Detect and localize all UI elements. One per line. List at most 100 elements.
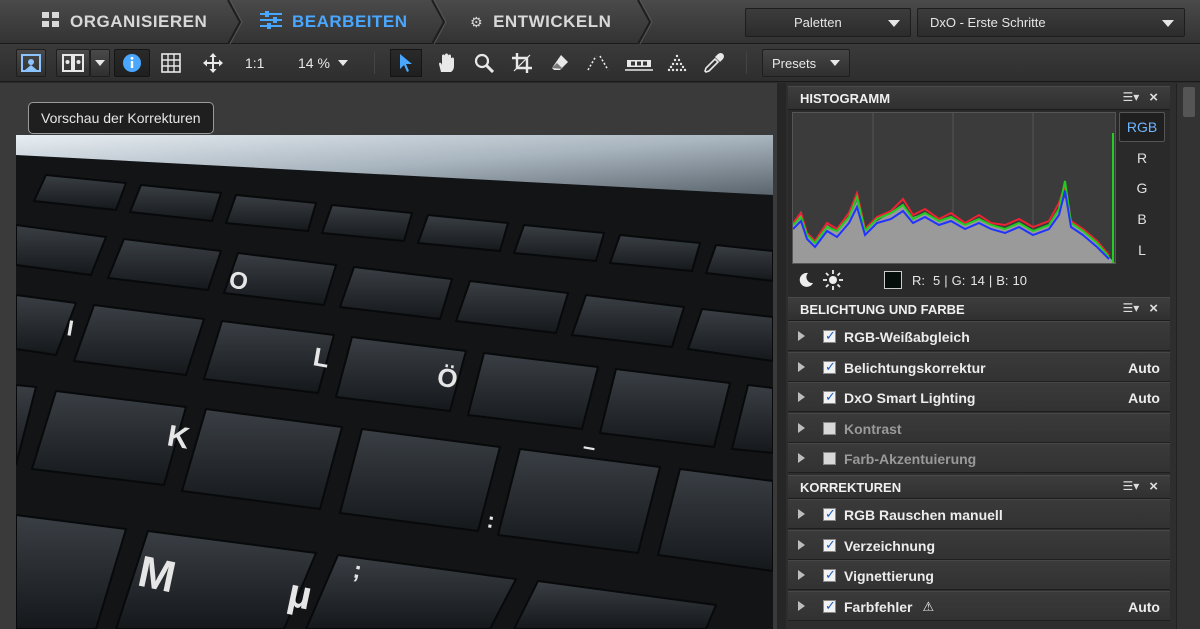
row-label: Kontrast — [844, 421, 902, 437]
palette-row-color-accentuation[interactable]: Farb-Akzentuierung — [788, 443, 1170, 473]
exposure-color-title: BELICHTUNG UND FARBE — [800, 301, 965, 317]
tab-bearbeiten[interactable]: BEARBEITEN — [260, 0, 408, 44]
white-balance-picker-button[interactable] — [700, 49, 728, 77]
warning-icon: ⚠ — [922, 599, 935, 614]
compare-view-dropdown[interactable] — [90, 49, 110, 77]
palette-row-vignetting[interactable]: ✓ Vignettierung — [788, 560, 1170, 590]
grid-icon — [42, 11, 60, 33]
g-label: G: — [951, 272, 966, 288]
enable-checkbox[interactable]: ✓ — [823, 567, 836, 582]
image-browser-toggle-button[interactable] — [16, 49, 46, 77]
zoom-level-dropdown[interactable]: 14 % — [298, 44, 348, 82]
zoom-tool-button[interactable] — [470, 49, 498, 77]
palette-row-exposure-compensation[interactable]: ✓ Belichtungskorrektur Auto — [788, 352, 1170, 382]
info-overlay-button[interactable] — [114, 49, 150, 77]
channel-l-button[interactable]: L — [1119, 235, 1165, 265]
expand-triangle-icon[interactable] — [798, 392, 805, 402]
keyboard-photo: O L K M µ Ö – : ; I — [16, 135, 773, 629]
histogram-header[interactable]: HISTOGRAMM ☰▾ × — [788, 86, 1170, 110]
toolbar-separator — [374, 52, 375, 74]
panel-menu-icon[interactable]: ☰▾ — [1122, 90, 1139, 105]
row-status: Auto — [1128, 599, 1160, 615]
expand-triangle-icon[interactable] — [798, 601, 805, 611]
panel-menu-icon[interactable]: ☰▾ — [1122, 479, 1139, 494]
enable-checkbox[interactable]: ✓ — [823, 328, 836, 343]
image-viewer[interactable]: O L K M µ Ö – : ; I Vorschau der Korrekt… — [0, 83, 777, 629]
tab-organisieren[interactable]: ORGANISIEREN — [42, 0, 207, 44]
close-icon[interactable]: × — [1149, 479, 1158, 494]
hand-tool-button[interactable] — [432, 49, 460, 77]
toolbar-separator — [746, 52, 747, 74]
enable-checkbox[interactable]: ✓ — [823, 359, 836, 374]
zoom-level-value: 14 % — [298, 55, 330, 71]
split-compare-icon — [62, 54, 84, 72]
pixel-color-swatch — [884, 269, 902, 291]
sun-icon — [823, 270, 843, 290]
grid-lines-icon — [161, 53, 181, 73]
presets-dropdown[interactable]: Presets — [762, 49, 850, 77]
enable-checkbox[interactable] — [823, 452, 836, 465]
palette-row-chromatic-aberration[interactable]: ✓ Farbfehler ⚠ Auto — [788, 591, 1170, 621]
expand-triangle-icon[interactable] — [798, 540, 805, 550]
panel-collapse-handle[interactable] — [777, 83, 786, 629]
enable-checkbox[interactable]: ✓ — [823, 537, 836, 552]
editing-toolbar: 1:1 14 % Presets — [0, 44, 1200, 82]
crop-tool-button[interactable] — [508, 49, 536, 77]
enable-checkbox[interactable]: ✓ — [823, 389, 836, 404]
corrections-header[interactable]: KORREKTUREN ☰▾ × — [788, 475, 1170, 499]
enable-checkbox[interactable]: ✓ — [823, 506, 836, 521]
eyedropper-icon — [704, 53, 724, 73]
fit-to-screen-button[interactable] — [198, 49, 228, 77]
channel-rgb-button[interactable]: RGB — [1119, 112, 1165, 142]
palette-row-white-balance[interactable]: ✓ RGB-Weißabgleich — [788, 321, 1170, 351]
panel-menu-icon[interactable]: ☰▾ — [1122, 301, 1139, 316]
r-label: R: — [912, 272, 925, 288]
highlight-clipping-toggle[interactable] — [823, 269, 843, 291]
panel-scrollbar[interactable] — [1176, 83, 1200, 629]
close-icon[interactable]: × — [1149, 90, 1158, 105]
expand-triangle-icon[interactable] — [798, 362, 805, 372]
horizon-tool-button[interactable] — [584, 49, 612, 77]
repair-tool-button[interactable] — [546, 49, 574, 77]
channel-r-button[interactable]: R — [1119, 143, 1165, 173]
palette-row-smart-lighting[interactable]: ✓ DxO Smart Lighting Auto — [788, 382, 1170, 412]
expand-triangle-icon[interactable] — [798, 570, 805, 580]
exposure-color-header[interactable]: BELICHTUNG UND FARBE ☰▾ × — [788, 297, 1170, 321]
chevron-down-icon — [888, 20, 900, 27]
palette-row-distortion[interactable]: ✓ Verzeichnung — [788, 530, 1170, 560]
palettes-dropdown[interactable]: Paletten — [745, 8, 911, 37]
nav-separator-chevron — [431, 0, 447, 44]
perspective-tool-button[interactable] — [622, 49, 656, 77]
workspace-dropdown[interactable]: DxO - Erste Schritte — [917, 8, 1185, 37]
expand-triangle-icon[interactable] — [798, 423, 805, 433]
shadow-clipping-toggle[interactable] — [798, 269, 814, 291]
preview-image-keyboard[interactable]: O L K M µ Ö – : ; I — [16, 135, 773, 629]
expand-triangle-icon[interactable] — [798, 453, 805, 463]
histogram-title: HISTOGRAMM — [800, 90, 891, 106]
eraser-icon — [552, 55, 568, 70]
palette-row-contrast[interactable]: Kontrast — [788, 413, 1170, 443]
enable-checkbox[interactable]: ✓ — [823, 598, 836, 613]
enable-checkbox[interactable] — [823, 422, 836, 435]
volume-deformation-tool-button[interactable] — [662, 49, 692, 77]
expand-triangle-icon[interactable] — [798, 509, 805, 519]
scrollbar-thumb[interactable] — [1183, 87, 1195, 117]
pixel-color-readout: R: 5 | G: 14 | B: 10 — [912, 272, 1027, 288]
horizon-line-icon — [587, 55, 609, 71]
perspective-icon — [625, 60, 653, 71]
tab-entwickeln[interactable]: ⚙ ENTWICKELN — [470, 0, 611, 44]
select-tool-button[interactable] — [390, 49, 422, 77]
channel-b-button[interactable]: B — [1119, 204, 1165, 234]
chevron-down-icon — [337, 60, 348, 66]
grid-overlay-button[interactable] — [156, 49, 186, 77]
preview-tooltip: Vorschau der Korrekturen — [28, 102, 214, 134]
b-label: B: — [996, 272, 1009, 288]
close-icon[interactable]: × — [1149, 301, 1158, 316]
nav-separator-chevron — [227, 0, 243, 44]
palette-row-noise[interactable]: ✓ RGB Rauschen manuell — [788, 499, 1170, 529]
channel-g-button[interactable]: G — [1119, 173, 1165, 203]
compare-view-button[interactable] — [56, 49, 90, 77]
expand-triangle-icon[interactable] — [798, 331, 805, 341]
channel-g-label: G — [1136, 180, 1148, 196]
zoom-100-button[interactable]: 1:1 — [245, 44, 264, 82]
